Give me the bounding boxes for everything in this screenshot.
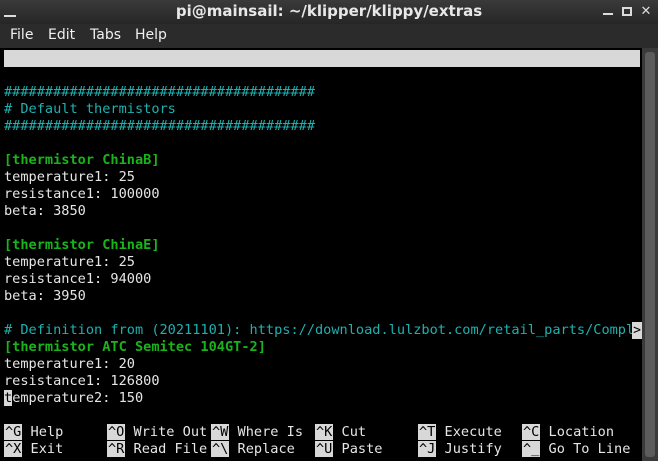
- menu-bar: File Edit Tabs Help: [0, 24, 658, 48]
- menu-help[interactable]: Help: [134, 27, 168, 43]
- shortcut-location[interactable]: ^C Location: [522, 424, 614, 441]
- scrollbar-thumb[interactable]: [645, 52, 655, 457]
- code-line: ######################################: [4, 84, 315, 100]
- shortcut-help[interactable]: ^G Help: [4, 424, 63, 441]
- shortcut-cut[interactable]: ^K Cut: [315, 424, 366, 441]
- shortcut-write-out[interactable]: ^O Write Out: [107, 424, 207, 441]
- shortcut-execute[interactable]: ^T Execute: [418, 424, 502, 441]
- code-line: # Definition from (20211101): https://do…: [4, 322, 651, 338]
- terminal-scrollbar[interactable]: [642, 48, 658, 461]
- window-menu-icon[interactable]: [4, 6, 16, 17]
- code-line: # Default thermistors: [4, 101, 176, 117]
- code-line: ######################################: [4, 118, 315, 134]
- terminal-area[interactable]: GNU nano 5.4 temperature_sensors.cfg ###…: [0, 48, 651, 461]
- code-line: resistance1: 100000: [4, 186, 160, 202]
- menu-tabs[interactable]: Tabs: [89, 27, 122, 43]
- shortcut-read-file[interactable]: ^R Read File: [107, 441, 207, 458]
- nano-version: GNU nano 5.4: [18, 67, 117, 83]
- shortcut-replace[interactable]: ^\ Replace: [211, 441, 295, 458]
- menu-file[interactable]: File: [9, 27, 34, 43]
- shortcut-go-to-line[interactable]: ^_ Go To Line: [522, 441, 630, 458]
- section-header: [thermistor ChinaE]: [4, 237, 160, 253]
- shortcut-exit[interactable]: ^X Exit: [4, 441, 63, 458]
- maximize-icon[interactable]: [619, 4, 635, 20]
- section-header: [thermistor ChinaB]: [4, 152, 160, 168]
- code-line: temperature1: 25: [4, 254, 135, 270]
- code-line: temperature1: 25: [4, 169, 135, 185]
- nano-header: GNU nano 5.4 temperature_sensors.cfg: [4, 50, 640, 100]
- line-overflow-marker: >: [632, 322, 642, 339]
- close-icon[interactable]: ✕: [638, 4, 654, 20]
- minimize-icon[interactable]: [600, 4, 616, 20]
- code-line: beta: 3850: [4, 203, 86, 219]
- code-line: beta: 3950: [4, 288, 86, 304]
- shortcut-where-is[interactable]: ^W Where Is: [211, 424, 303, 441]
- shortcut-paste[interactable]: ^U Paste: [315, 441, 382, 458]
- shortcut-justify[interactable]: ^J Justify: [418, 441, 502, 458]
- code-line: temperature1: 20: [4, 356, 135, 372]
- window-titlebar: pi@mainsail: ~/klipper/klippy/extras ✕: [0, 0, 658, 24]
- menu-edit[interactable]: Edit: [47, 27, 76, 43]
- window-title: pi@mainsail: ~/klipper/klippy/extras: [175, 2, 483, 20]
- code-line: temperature2: 150: [4, 390, 143, 407]
- text-cursor: t: [4, 390, 13, 406]
- code-line: resistance1: 126800: [4, 373, 160, 389]
- code-line: resistance1: 94000: [4, 271, 152, 287]
- section-header: [thermistor ATC Semitec 104GT-2]: [4, 339, 266, 355]
- code-text: emperature2: 150: [12, 390, 144, 406]
